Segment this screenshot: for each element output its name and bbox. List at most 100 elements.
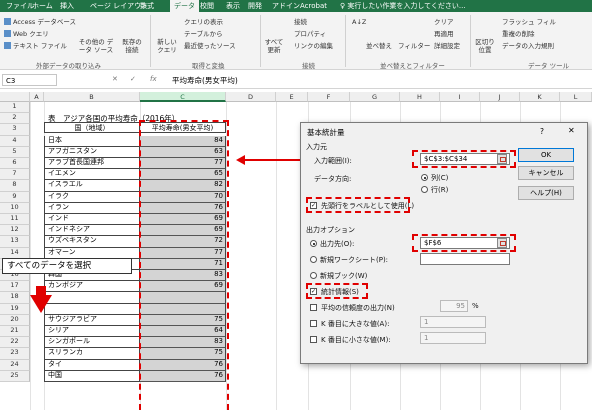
country-cell[interactable]: アラブ首長国連邦 <box>44 158 140 170</box>
select-all-corner[interactable] <box>0 92 30 102</box>
country-cell[interactable]: インド <box>44 214 140 226</box>
help-icon[interactable]: ? <box>540 127 544 136</box>
country-cell[interactable]: シンガポール <box>44 337 140 349</box>
country-cell[interactable]: カンボジア <box>44 281 140 293</box>
row-header-1[interactable]: 1 <box>0 102 30 114</box>
row-header-5[interactable]: 5 <box>0 146 30 158</box>
fx-icon[interactable]: fx <box>150 75 157 83</box>
sort-button[interactable]: 並べ替え <box>366 40 392 50</box>
country-cell[interactable]: スリランカ <box>44 348 140 360</box>
output-range-radio[interactable] <box>310 240 317 247</box>
row-header-6[interactable]: 6 <box>0 158 30 170</box>
ok-button[interactable]: OK <box>518 148 574 162</box>
kth-largest-field[interactable]: 1 <box>420 316 486 328</box>
cancel-icon[interactable]: ✕ <box>112 75 118 83</box>
row-header-4[interactable]: 4 <box>0 135 30 147</box>
row-header-18[interactable]: 18 <box>0 292 30 304</box>
formula-input[interactable]: 平均寿命(男女平均) <box>172 75 238 86</box>
ribbon-tab[interactable]: アドイン <box>272 0 300 12</box>
advanced-button[interactable]: 詳細設定 <box>434 40 460 50</box>
existing-connections-button[interactable]: 既存の 接続 <box>118 38 146 54</box>
row-header-12[interactable]: 12 <box>0 225 30 237</box>
country-cell[interactable]: サウジアラビア <box>44 314 140 326</box>
clear-button[interactable]: クリア <box>434 16 454 26</box>
refresh-all-button[interactable]: すべて 更新 <box>264 38 284 54</box>
column-header-l[interactable]: L <box>560 92 592 102</box>
cancel-button[interactable]: キャンセル <box>518 166 574 180</box>
other-sources-button[interactable]: その他の データ ソース <box>76 38 116 54</box>
data-validation-button[interactable]: データの入力規則 <box>502 40 554 50</box>
country-cell[interactable]: イスラエル <box>44 180 140 192</box>
access-db-button[interactable]: Access データベース <box>4 16 76 26</box>
country-cell[interactable]: シリア <box>44 326 140 338</box>
country-cell[interactable] <box>44 303 140 315</box>
country-cell[interactable]: 中国 <box>44 370 140 382</box>
ribbon-tab[interactable]: 数式 <box>140 0 154 12</box>
country-cell[interactable]: ウズベキスタン <box>44 236 140 248</box>
country-cell[interactable]: インドネシア <box>44 225 140 237</box>
ribbon-tab[interactable]: 校閲 <box>200 0 214 12</box>
from-table-button[interactable]: テーブルから <box>184 28 223 38</box>
row-header-11[interactable]: 11 <box>0 214 30 226</box>
country-cell[interactable]: アフガニスタン <box>44 146 140 158</box>
country-cell[interactable] <box>44 292 140 304</box>
column-header-b[interactable]: B <box>44 92 140 102</box>
remove-duplicates-button[interactable]: 重複の削除 <box>502 28 535 38</box>
text-to-columns-button[interactable]: 区切り位置 <box>474 38 496 54</box>
ribbon-tab[interactable]: 開発 <box>248 0 262 12</box>
column-header-h[interactable]: H <box>400 92 440 102</box>
column-header-c[interactable]: C <box>140 92 226 102</box>
new-book-radio[interactable] <box>310 272 317 279</box>
column-header-g[interactable]: G <box>350 92 400 102</box>
country-cell[interactable]: タイ <box>44 359 140 371</box>
edit-links-button[interactable]: リンクの編集 <box>294 40 333 50</box>
row-header-22[interactable]: 22 <box>0 337 30 349</box>
column-header-k[interactable]: K <box>520 92 560 102</box>
row-header-3[interactable]: 3 <box>0 124 30 136</box>
column-header-a[interactable]: A <box>30 92 44 102</box>
ribbon-tab[interactable]: ホーム <box>32 0 53 12</box>
filter-button[interactable]: フィルター <box>398 40 430 50</box>
kth-smallest-checkbox[interactable] <box>310 336 317 343</box>
ribbon-tab[interactable]: 表示 <box>226 0 240 12</box>
name-box[interactable]: C3 <box>2 74 57 86</box>
column-header-e[interactable]: E <box>276 92 308 102</box>
row-header-2[interactable]: 2 <box>0 113 30 125</box>
country-cell[interactable]: イラン <box>44 202 140 214</box>
ribbon-tab[interactable]: Acrobat <box>300 0 327 12</box>
sort-az-button[interactable]: A↓Z <box>352 18 366 26</box>
connections-button[interactable]: 接続 <box>294 16 307 26</box>
column-header-f[interactable]: F <box>308 92 350 102</box>
web-query-button[interactable]: Web クエリ <box>4 28 49 38</box>
country-cell[interactable]: イエメン <box>44 169 140 181</box>
country-cell[interactable]: 日本 <box>44 135 140 147</box>
row-header-21[interactable]: 21 <box>0 326 30 338</box>
row-header-10[interactable]: 10 <box>0 202 30 214</box>
enter-icon[interactable]: ✓ <box>130 75 136 83</box>
new-sheet-field[interactable] <box>420 253 510 265</box>
row-header-9[interactable]: 9 <box>0 191 30 203</box>
column-radio[interactable] <box>421 174 428 181</box>
row-header-25[interactable]: 25 <box>0 370 30 382</box>
row-header-20[interactable]: 20 <box>0 314 30 326</box>
new-sheet-radio[interactable] <box>310 256 317 263</box>
kth-smallest-field[interactable]: 1 <box>420 332 486 344</box>
row-header-19[interactable]: 19 <box>0 303 30 315</box>
header-country[interactable]: 国（地域） <box>44 122 140 133</box>
row-header-13[interactable]: 13 <box>0 236 30 248</box>
ribbon-tab[interactable]: 挿入 <box>60 0 74 12</box>
ribbon-tab[interactable]: ♀ 実行したい作業を入力してください... <box>340 0 466 12</box>
close-icon[interactable]: ✕ <box>568 126 575 135</box>
column-header-d[interactable]: D <box>226 92 276 102</box>
reapply-button[interactable]: 再適用 <box>434 28 454 38</box>
row-header-24[interactable]: 24 <box>0 359 30 371</box>
text-file-button[interactable]: テキスト ファイル <box>4 40 67 50</box>
kth-largest-checkbox[interactable] <box>310 320 317 327</box>
ribbon-tab[interactable]: データ <box>170 0 199 12</box>
country-cell[interactable]: イラク <box>44 191 140 203</box>
flash-fill-button[interactable]: フラッシュ フィル <box>502 16 556 26</box>
help-button[interactable]: ヘルプ(H) <box>518 186 574 200</box>
show-queries-button[interactable]: クエリの表示 <box>184 16 223 26</box>
ribbon-tab[interactable]: ファイル <box>6 0 34 12</box>
new-query-button[interactable]: 新しい クエリ <box>154 38 180 54</box>
